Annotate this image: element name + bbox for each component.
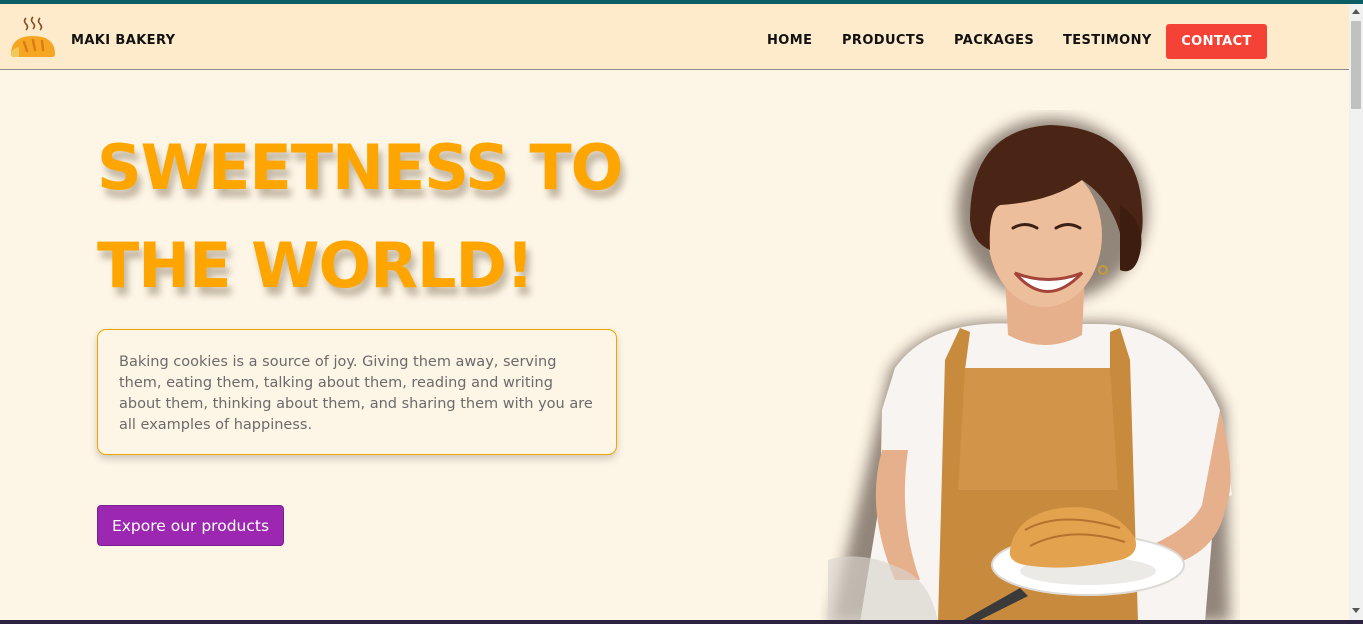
brand-name[interactable]: MAKI BAKERY <box>71 33 175 48</box>
hero-title-line-2: THE WORLD! <box>97 229 534 302</box>
bottom-accent-strip <box>0 620 1363 624</box>
scroll-thumb[interactable] <box>1351 21 1361 109</box>
explore-products-button[interactable]: Expore our products <box>97 505 284 546</box>
hero-description-box: Baking cookies is a source of joy. Givin… <box>97 329 617 455</box>
scroll-down-arrow-icon[interactable] <box>1352 608 1360 613</box>
scroll-up-arrow-icon[interactable] <box>1352 9 1360 14</box>
nav-testimony[interactable]: TESTIMONY <box>1063 33 1152 48</box>
navbar: MAKI BAKERY HOME PRODUCTS PACKAGES TESTI… <box>0 4 1349 70</box>
bread-logo-icon[interactable] <box>9 16 57 58</box>
nav-products[interactable]: PRODUCTS <box>842 33 925 48</box>
nav-packages[interactable]: PACKAGES <box>954 33 1034 48</box>
hero-description: Baking cookies is a source of joy. Givin… <box>119 354 593 433</box>
nav-home[interactable]: HOME <box>767 33 812 48</box>
contact-button[interactable]: CONTACT <box>1166 24 1267 59</box>
vertical-scrollbar[interactable] <box>1349 4 1363 620</box>
baker-hero-image <box>828 118 1232 622</box>
hero-title-line-1: SWEETNESS TO <box>97 131 623 204</box>
